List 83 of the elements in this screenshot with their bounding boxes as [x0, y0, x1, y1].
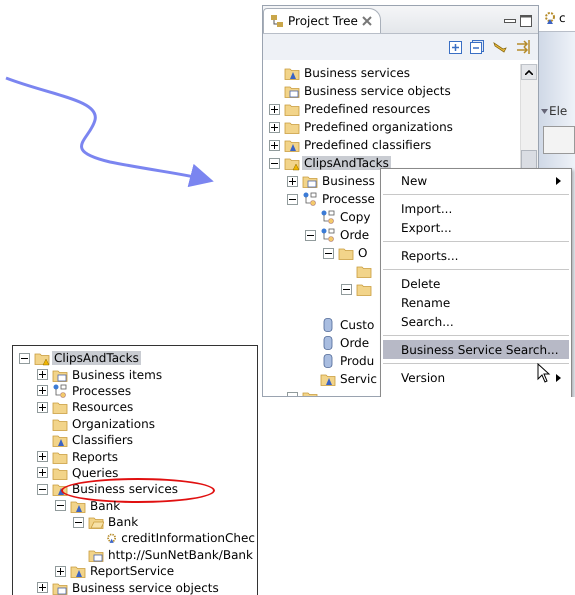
- collapse-toggle[interactable]: [269, 158, 280, 168]
- collapse-all-icon[interactable]: [470, 40, 484, 54]
- tree-item[interactable]: Business service objects: [302, 84, 453, 98]
- menu-item[interactable]: Delete: [383, 274, 569, 293]
- collapse-toggle[interactable]: [19, 352, 30, 364]
- expand-toggle[interactable]: [269, 122, 280, 132]
- menu-item[interactable]: Export...: [383, 218, 569, 237]
- expand-toggle[interactable]: [37, 467, 48, 478]
- expand-toggle[interactable]: [37, 451, 48, 462]
- collapse-toggle[interactable]: [323, 248, 334, 258]
- expand-toggle[interactable]: [55, 566, 66, 577]
- process-icon: [320, 227, 336, 243]
- mouse-pointer-icon: [537, 363, 551, 383]
- tree-item[interactable]: ClipsAndTacks: [52, 351, 141, 366]
- collapse-toggle[interactable]: [73, 516, 84, 528]
- expand-toggle[interactable]: [37, 385, 48, 396]
- tree-item[interactable]: Copy: [338, 210, 372, 224]
- expand-toggle[interactable]: [269, 140, 280, 150]
- sync-arrows-icon[interactable]: [516, 39, 532, 55]
- menu-item[interactable]: Reports...: [383, 246, 569, 265]
- tree-item[interactable]: Processe: [320, 192, 377, 206]
- tree-item[interactable]: creditInformationChec: [119, 531, 257, 546]
- scroll-up-icon[interactable]: [525, 70, 533, 74]
- tree-item[interactable]: Organizations: [70, 416, 157, 431]
- tree-item[interactable]: ClipsAndTacks: [302, 156, 391, 170]
- editor-button[interactable]: [543, 126, 575, 154]
- tree-item[interactable]: Business services: [302, 66, 412, 80]
- menu-item[interactable]: Rename: [383, 293, 569, 312]
- collapse-triangle-icon[interactable]: [541, 108, 548, 114]
- expand-toggle[interactable]: [287, 176, 298, 186]
- gear-icon: [543, 11, 557, 25]
- tree-item[interactable]: Business items: [70, 368, 164, 382]
- tree-item[interactable]: Reports: [70, 450, 120, 464]
- tree-item[interactable]: Bank: [88, 498, 122, 513]
- expand-all-icon[interactable]: [449, 40, 462, 54]
- project-tree-tab[interactable]: Project Tree: [263, 8, 381, 33]
- tree-item[interactable]: Classifiers: [70, 433, 136, 448]
- tab-label: Project Tree: [288, 14, 358, 28]
- editor-tab[interactable]: c: [539, 5, 575, 32]
- submenu-arrow-icon: [556, 374, 561, 382]
- minimize-icon[interactable]: [504, 19, 516, 23]
- process-icon: [302, 191, 318, 207]
- collapse-toggle[interactable]: [37, 484, 48, 495]
- collapse-toggle[interactable]: [287, 194, 298, 204]
- scroll-thumb[interactable]: [521, 150, 537, 170]
- tree-item[interactable]: http://SunNetBank/Bank: [106, 548, 255, 562]
- tree-view-icon: [270, 14, 284, 28]
- menu-item[interactable]: Business Service Search...: [383, 340, 569, 359]
- tree-item[interactable]: Bank: [106, 515, 140, 530]
- tree-item[interactable]: Custo: [338, 318, 376, 332]
- tree-item[interactable]: Servic: [338, 372, 379, 386]
- process-icon: [320, 209, 336, 225]
- tree-item[interactable]: Business: [320, 174, 377, 188]
- tree-item[interactable]: Orde: [338, 228, 372, 242]
- collapse-toggle[interactable]: [305, 230, 316, 240]
- tree-item[interactable]: Predefined classifiers: [302, 138, 434, 152]
- tree-item[interactable]: ReportService: [88, 564, 176, 578]
- collapse-toggle[interactable]: [341, 284, 352, 294]
- tree-item[interactable]: Resources: [70, 400, 136, 414]
- tree-item[interactable]: Predefined resources: [302, 102, 432, 116]
- expand-toggle[interactable]: [37, 582, 48, 594]
- expand-toggle[interactable]: [37, 402, 48, 413]
- close-icon[interactable]: [362, 16, 372, 26]
- submenu-arrow-icon: [556, 176, 561, 184]
- menu-item[interactable]: Search...: [383, 312, 569, 331]
- expand-toggle[interactable]: [37, 369, 48, 380]
- maximize-icon[interactable]: [520, 15, 532, 27]
- process-icon: [52, 382, 68, 399]
- tree-item[interactable]: Predefined organizations: [302, 120, 455, 134]
- tree-item[interactable]: Produ: [338, 354, 376, 368]
- tree-item[interactable]: Business services: [70, 482, 180, 496]
- tree-item[interactable]: O: [356, 246, 370, 260]
- menu-item[interactable]: New: [383, 171, 569, 190]
- tree-item[interactable]: Processes: [70, 384, 134, 398]
- collapse-toggle[interactable]: [55, 500, 66, 512]
- tree-item[interactable]: Business service objects: [70, 580, 221, 595]
- expand-toggle[interactable]: [269, 104, 280, 114]
- menu-item[interactable]: Import...: [383, 199, 569, 218]
- section-label: Ele: [549, 104, 568, 118]
- menu-item[interactable]: Version: [383, 368, 569, 387]
- editor-tab-label: c: [559, 11, 566, 25]
- tree-item[interactable]: Queries: [70, 466, 120, 480]
- tree-item[interactable]: Orde: [338, 336, 372, 350]
